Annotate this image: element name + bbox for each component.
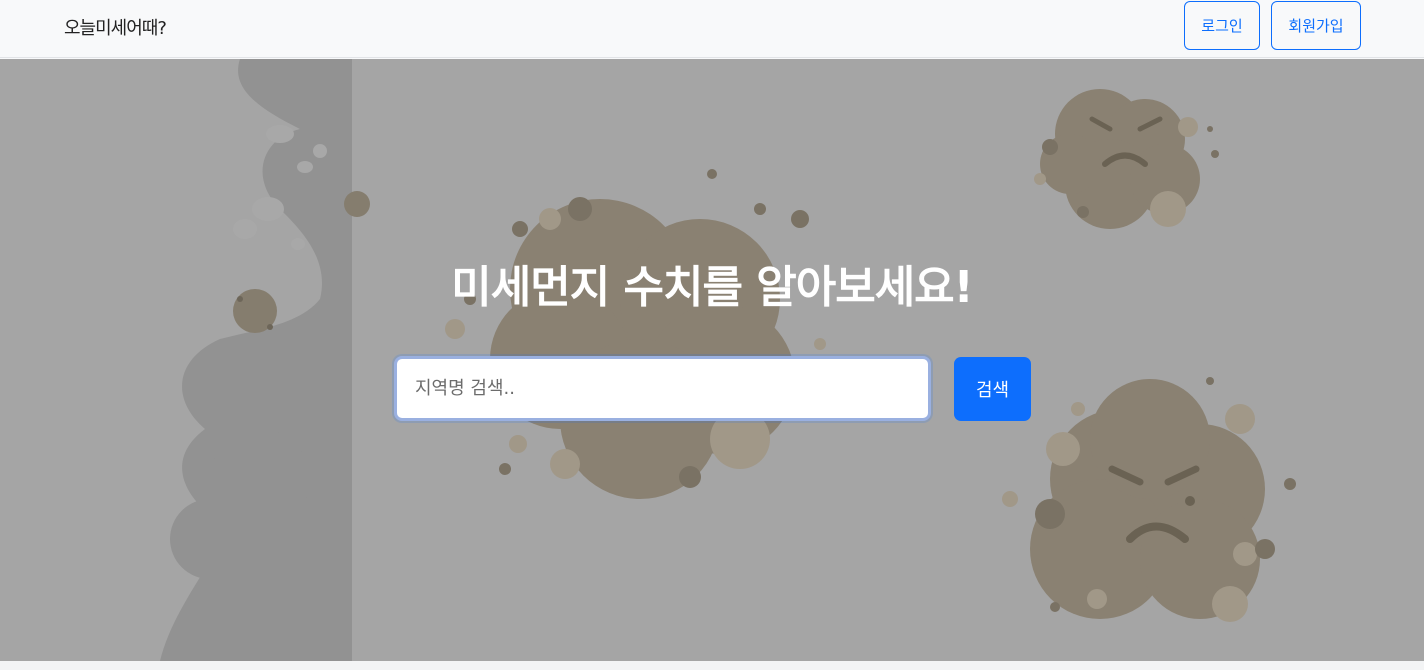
hero-section: 미세먼지 수치를 알아보세요! 검색 <box>0 59 1424 661</box>
brand-logo[interactable]: 오늘미세어때? <box>64 14 167 40</box>
signup-button[interactable]: 회원가입 <box>1271 1 1361 50</box>
search-button[interactable]: 검색 <box>954 357 1031 421</box>
center-dust-cloud-icon <box>445 169 826 499</box>
login-button[interactable]: 로그인 <box>1184 1 1260 50</box>
page-footer-strip <box>0 661 1424 670</box>
angry-dust-cloud-large-icon <box>1002 377 1296 622</box>
top-navbar: 오늘미세어때? 로그인 회원가입 <box>0 0 1424 58</box>
angry-dust-cloud-icon <box>1034 89 1219 229</box>
hero-title: 미세먼지 수치를 알아보세요! <box>451 262 973 313</box>
region-search-input[interactable] <box>394 356 931 421</box>
